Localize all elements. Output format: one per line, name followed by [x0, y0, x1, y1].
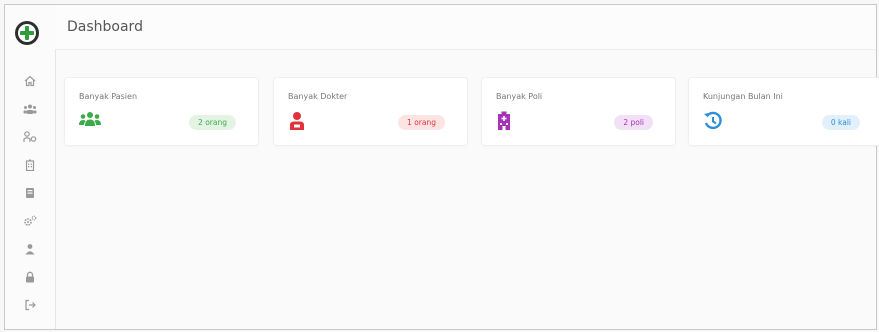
card-label: Kunjungan Bulan Ini: [703, 92, 783, 101]
card-banyak-pasien[interactable]: Banyak Pasien 2 orang: [64, 77, 259, 146]
book-icon[interactable]: [22, 185, 38, 201]
user-icon[interactable]: [22, 241, 38, 257]
app-window: Dashboard Banyak Pasien 2 orang Banyak D…: [4, 4, 879, 330]
card-banyak-poli[interactable]: Banyak Poli 2 poli: [481, 77, 676, 146]
card-banyak-dokter[interactable]: Banyak Dokter 1 orang: [273, 77, 468, 146]
page-title: Dashboard: [67, 19, 143, 35]
history-icon: [703, 111, 723, 131]
sidebar: [5, 5, 56, 329]
doctor-icon[interactable]: [22, 129, 38, 145]
users-icon: [79, 111, 101, 131]
status-badge: 0 kali: [821, 115, 860, 130]
status-badge: 2 poli: [614, 115, 653, 130]
building-icon[interactable]: [22, 157, 38, 173]
card-label: Banyak Poli: [496, 92, 543, 101]
gears-icon[interactable]: [22, 213, 38, 229]
users-icon[interactable]: [22, 101, 38, 117]
hospital-icon: [496, 111, 516, 131]
card-label: Banyak Dokter: [288, 92, 348, 101]
header: Dashboard: [55, 5, 876, 50]
status-badge: 1 orang: [398, 115, 445, 130]
status-badge: 2 orang: [189, 115, 236, 130]
doctor-icon: [288, 111, 308, 131]
card-label: Banyak Pasien: [79, 92, 138, 101]
logout-icon[interactable]: [22, 297, 38, 313]
logo-icon[interactable]: [15, 21, 39, 45]
lock-icon[interactable]: [22, 269, 38, 285]
card-kunjungan-bulan-ini[interactable]: Kunjungan Bulan Ini 0 kali: [688, 77, 879, 146]
home-icon[interactable]: [22, 73, 38, 89]
